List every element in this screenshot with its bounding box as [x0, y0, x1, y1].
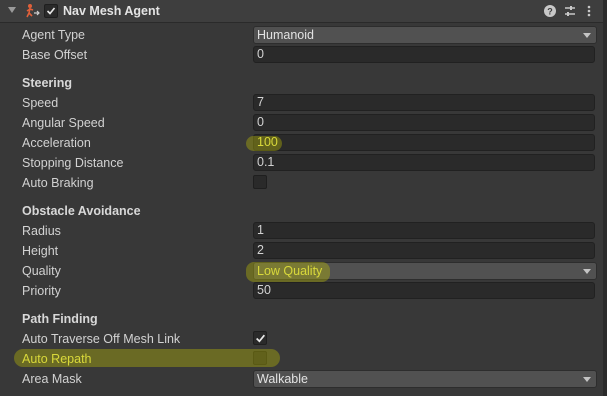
- auto-braking-checkbox[interactable]: [253, 175, 267, 189]
- angular-speed-field[interactable]: 0: [253, 114, 595, 131]
- area-mask-dropdown[interactable]: Walkable: [253, 370, 597, 388]
- obstacle-avoidance-header: Obstacle Avoidance: [22, 204, 141, 218]
- angular-speed-row: Angular Speed 0: [0, 113, 607, 133]
- auto-braking-label: Auto Braking: [22, 176, 94, 190]
- area-mask-label: Area Mask: [22, 372, 82, 386]
- priority-row: Priority 50: [0, 281, 607, 301]
- agent-type-value: Humanoid: [257, 28, 314, 42]
- auto-repath-highlight-mark: [14, 349, 280, 367]
- priority-field[interactable]: 50: [253, 282, 595, 299]
- dropdown-arrow-icon: [583, 377, 591, 382]
- acceleration-field[interactable]: 100: [253, 134, 595, 151]
- component-header: Nav Mesh Agent ?: [0, 0, 607, 23]
- foldout-arrow-icon[interactable]: [7, 5, 17, 15]
- stopping-distance-row: Stopping Distance 0.1: [0, 153, 607, 173]
- agent-type-label: Agent Type: [22, 28, 86, 42]
- checkmark-icon: [256, 334, 266, 343]
- acceleration-row: Acceleration 100: [0, 133, 607, 153]
- quality-label: Quality: [22, 264, 61, 278]
- nav-mesh-agent-icon: [26, 4, 40, 18]
- radius-label: Radius: [22, 224, 61, 238]
- auto-traverse-label: Auto Traverse Off Mesh Link: [22, 332, 181, 346]
- base-offset-row: Base Offset 0: [0, 45, 607, 65]
- agent-type-row: Agent Type Humanoid: [0, 25, 607, 45]
- steering-header: Steering: [22, 76, 73, 90]
- height-row: Height 2: [0, 241, 607, 261]
- radius-row: Radius 1: [0, 221, 607, 241]
- context-menu-icon[interactable]: [582, 4, 596, 18]
- svg-text:?: ?: [547, 7, 553, 17]
- help-icon[interactable]: ?: [543, 4, 557, 18]
- priority-label: Priority: [22, 284, 61, 298]
- acceleration-highlight-mark: [246, 136, 282, 151]
- quality-highlight-mark: [246, 262, 330, 282]
- auto-traverse-checkbox[interactable]: [253, 331, 267, 345]
- component-enabled-checkbox[interactable]: [44, 4, 58, 18]
- inspector-scrollbar[interactable]: [603, 0, 607, 396]
- base-offset-label: Base Offset: [22, 48, 88, 62]
- path-finding-header: Path Finding: [22, 312, 98, 326]
- auto-braking-row: Auto Braking: [0, 173, 607, 193]
- speed-row: Speed 7: [0, 93, 607, 113]
- speed-field[interactable]: 7: [253, 94, 595, 111]
- speed-label: Speed: [22, 96, 59, 110]
- radius-field[interactable]: 1: [253, 222, 595, 239]
- area-mask-value: Walkable: [257, 372, 308, 386]
- dropdown-arrow-icon: [583, 269, 591, 274]
- acceleration-label: Acceleration: [22, 136, 91, 150]
- area-mask-row: Area Mask Walkable: [0, 369, 607, 389]
- stopping-distance-label: Stopping Distance: [22, 156, 124, 170]
- dropdown-arrow-icon: [583, 33, 591, 38]
- presets-icon[interactable]: [563, 4, 577, 18]
- height-label: Height: [22, 244, 59, 258]
- angular-speed-label: Angular Speed: [22, 116, 105, 130]
- component-title: Nav Mesh Agent: [63, 4, 160, 18]
- agent-type-dropdown[interactable]: Humanoid: [253, 26, 597, 44]
- stopping-distance-field[interactable]: 0.1: [253, 154, 595, 171]
- height-field[interactable]: 2: [253, 242, 595, 259]
- base-offset-field[interactable]: 0: [253, 46, 595, 63]
- auto-traverse-row: Auto Traverse Off Mesh Link: [0, 329, 607, 349]
